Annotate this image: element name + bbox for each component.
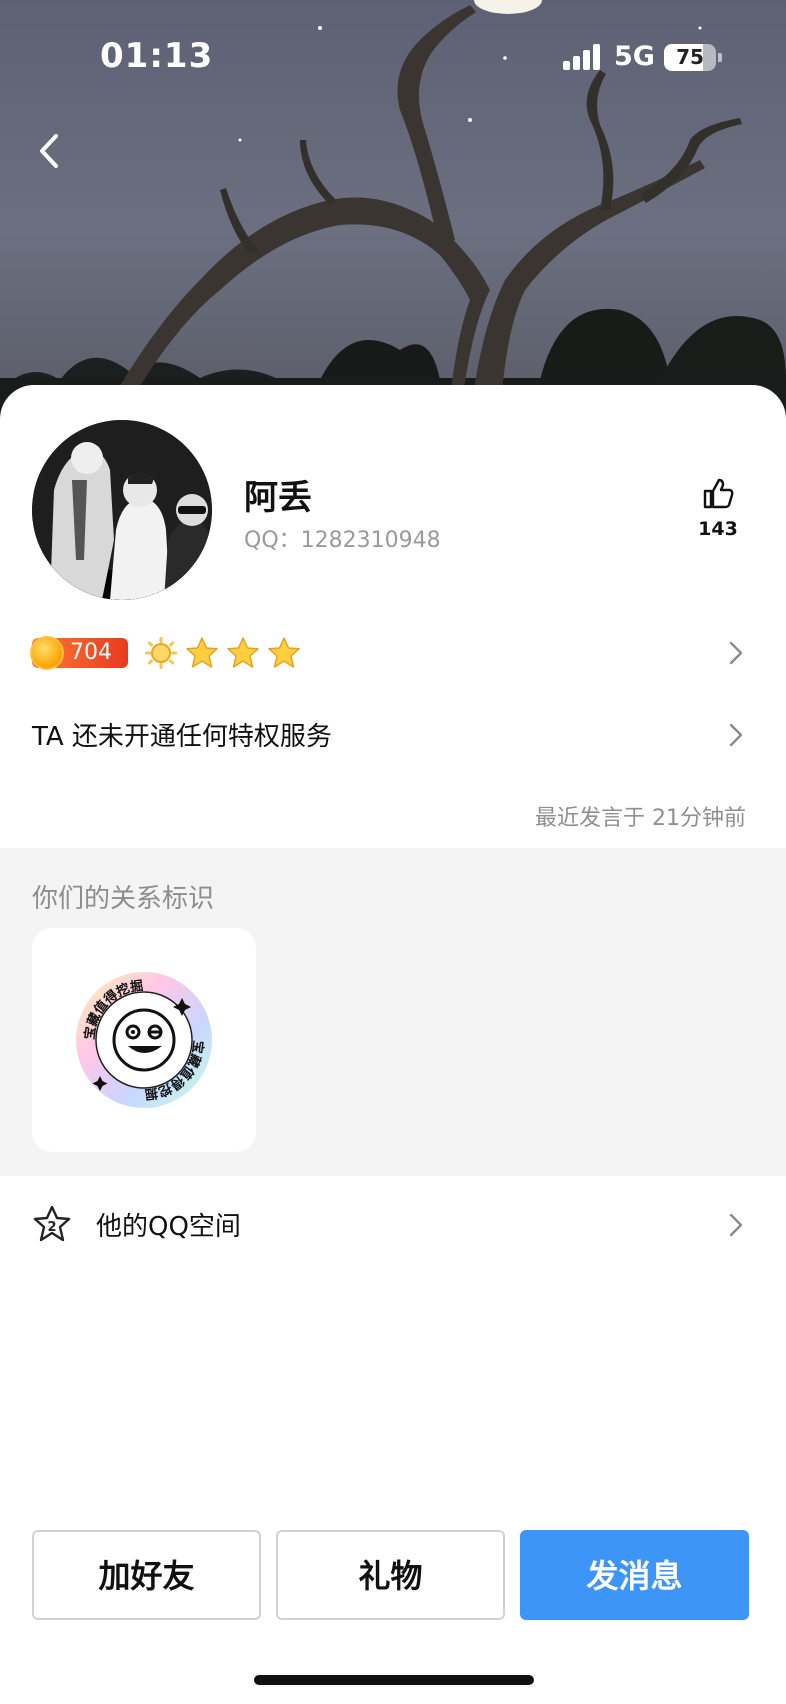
level-number: 704 — [70, 640, 112, 665]
like-button[interactable]: 143 — [690, 476, 746, 540]
chevron-right-icon[interactable] — [728, 722, 744, 748]
level-icons — [144, 636, 303, 672]
star-icon — [267, 636, 301, 670]
back-button[interactable] — [30, 126, 70, 176]
relation-section: 你们的关系标识 宝藏值得挖掘 宝藏值得挖掘 — [0, 848, 786, 1176]
add-friend-button[interactable]: 加好友 — [32, 1530, 261, 1620]
relation-badge-card[interactable]: 宝藏值得挖掘 宝藏值得挖掘 — [32, 928, 256, 1152]
qzone-label: 他的QQ空间 — [96, 1212, 241, 1242]
relation-title: 你们的关系标识 — [32, 884, 215, 914]
like-count: 143 — [698, 518, 738, 540]
qzone-star-icon: 2 — [33, 1205, 71, 1242]
relation-badge-icon: 宝藏值得挖掘 宝藏值得挖掘 — [76, 972, 212, 1108]
battery-tip — [718, 53, 722, 62]
chevron-right-icon — [729, 1213, 743, 1237]
level-badge: 704 — [30, 636, 128, 670]
sun-icon — [144, 636, 178, 670]
qzone-row[interactable]: 2 他的QQ空间 — [0, 1190, 786, 1260]
qq-number: QQ：1282310948 — [244, 528, 441, 553]
back-arrow-icon — [40, 134, 58, 168]
chevron-right-icon — [729, 641, 743, 665]
battery-percent: 75 — [676, 45, 704, 69]
star-icon — [185, 636, 219, 670]
status-time: 01:13 — [100, 36, 214, 76]
level-coin-icon — [30, 636, 64, 670]
avatar[interactable] — [32, 420, 212, 600]
signal-icon — [563, 44, 603, 70]
qzone-icon-number: 2 — [47, 1220, 56, 1235]
avatar-illustration — [32, 420, 212, 600]
star-icon — [226, 636, 260, 670]
status-bar: 01:13 5G 75 — [0, 0, 786, 120]
level-row[interactable]: 704 — [30, 632, 754, 676]
network-type: 5G — [614, 41, 655, 72]
thumbs-up-icon — [703, 478, 734, 509]
battery-icon: 75 — [664, 44, 716, 71]
user-name: 阿丢 — [244, 478, 312, 518]
home-indicator[interactable] — [254, 1675, 534, 1685]
gift-button[interactable]: 礼物 — [276, 1530, 505, 1620]
last-seen-text: 最近发言于 21分钟前 — [535, 806, 746, 831]
send-message-button[interactable]: 发消息 — [520, 1530, 749, 1620]
privilege-text: TA 还未开通任何特权服务 — [32, 722, 332, 752]
